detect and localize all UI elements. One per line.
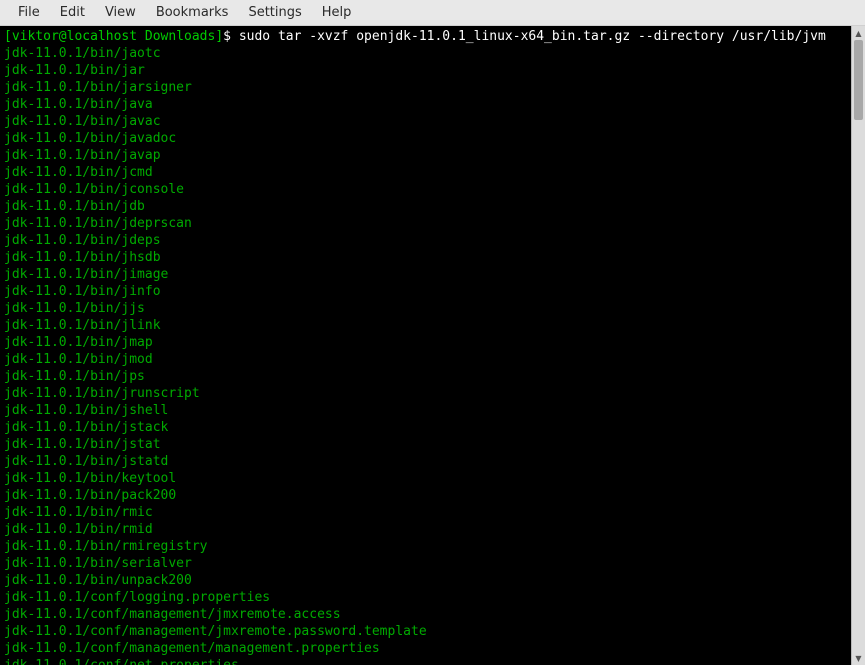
menu-edit[interactable]: Edit	[50, 1, 95, 24]
prompt-symbol: $	[223, 29, 231, 44]
output-line: jdk-11.0.1/bin/jarsigner	[4, 79, 847, 96]
output-line: jdk-11.0.1/bin/jps	[4, 368, 847, 385]
output-line: jdk-11.0.1/conf/management/jmxremote.acc…	[4, 606, 847, 623]
scroll-down-arrow[interactable]: ▼	[852, 651, 865, 665]
scrollbar[interactable]: ▲ ▼	[851, 26, 865, 665]
output-line: jdk-11.0.1/bin/jjs	[4, 300, 847, 317]
prompt-user-host: [viktor@localhost Downloads]	[4, 29, 223, 44]
output-line: jdk-11.0.1/bin/jdb	[4, 198, 847, 215]
menubar: File Edit View Bookmarks Settings Help	[0, 0, 865, 26]
output-line: jdk-11.0.1/conf/management/management.pr…	[4, 640, 847, 657]
scrollbar-track[interactable]	[852, 40, 865, 651]
output-line: jdk-11.0.1/bin/keytool	[4, 470, 847, 487]
output-line: jdk-11.0.1/bin/java	[4, 96, 847, 113]
prompt-line: [viktor@localhost Downloads]$ sudo tar -…	[4, 28, 847, 45]
scroll-up-arrow[interactable]: ▲	[852, 26, 865, 40]
output-line: jdk-11.0.1/bin/rmid	[4, 521, 847, 538]
output-line: jdk-11.0.1/bin/jhsdb	[4, 249, 847, 266]
terminal-wrapper: [viktor@localhost Downloads]$ sudo tar -…	[0, 26, 865, 665]
output-line: jdk-11.0.1/bin/jimage	[4, 266, 847, 283]
output-line: jdk-11.0.1/bin/serialver	[4, 555, 847, 572]
menu-help[interactable]: Help	[312, 1, 362, 24]
output-line: jdk-11.0.1/bin/rmiregistry	[4, 538, 847, 555]
output-line: jdk-11.0.1/bin/pack200	[4, 487, 847, 504]
output-line: jdk-11.0.1/bin/jmod	[4, 351, 847, 368]
menu-view[interactable]: View	[95, 1, 146, 24]
output-line: jdk-11.0.1/bin/jmap	[4, 334, 847, 351]
output-line: jdk-11.0.1/bin/rmic	[4, 504, 847, 521]
output-line: jdk-11.0.1/bin/jcmd	[4, 164, 847, 181]
output-line: jdk-11.0.1/bin/javadoc	[4, 130, 847, 147]
output-line: jdk-11.0.1/conf/management/jmxremote.pas…	[4, 623, 847, 640]
output-line: jdk-11.0.1/bin/jlink	[4, 317, 847, 334]
menu-file[interactable]: File	[8, 1, 50, 24]
output-line: jdk-11.0.1/bin/jshell	[4, 402, 847, 419]
menu-bookmarks[interactable]: Bookmarks	[146, 1, 239, 24]
output-line: jdk-11.0.1/bin/jinfo	[4, 283, 847, 300]
output-container: jdk-11.0.1/bin/jaotcjdk-11.0.1/bin/jarjd…	[4, 45, 847, 665]
output-line: jdk-11.0.1/bin/jaotc	[4, 45, 847, 62]
scrollbar-thumb[interactable]	[854, 40, 863, 120]
terminal[interactable]: [viktor@localhost Downloads]$ sudo tar -…	[0, 26, 851, 665]
output-line: jdk-11.0.1/bin/jar	[4, 62, 847, 79]
output-line: jdk-11.0.1/bin/jstatd	[4, 453, 847, 470]
menu-settings[interactable]: Settings	[238, 1, 311, 24]
output-line: jdk-11.0.1/bin/javac	[4, 113, 847, 130]
output-line: jdk-11.0.1/bin/jdeps	[4, 232, 847, 249]
output-line: jdk-11.0.1/bin/jrunscript	[4, 385, 847, 402]
output-line: jdk-11.0.1/bin/jstat	[4, 436, 847, 453]
command-text: sudo tar -xvzf openjdk-11.0.1_linux-x64_…	[239, 29, 826, 44]
output-line: jdk-11.0.1/conf/net.properties	[4, 657, 847, 665]
output-line: jdk-11.0.1/bin/jdeprscan	[4, 215, 847, 232]
output-line: jdk-11.0.1/bin/javap	[4, 147, 847, 164]
output-line: jdk-11.0.1/bin/unpack200	[4, 572, 847, 589]
output-line: jdk-11.0.1/bin/jstack	[4, 419, 847, 436]
output-line: jdk-11.0.1/bin/jconsole	[4, 181, 847, 198]
output-line: jdk-11.0.1/conf/logging.properties	[4, 589, 847, 606]
